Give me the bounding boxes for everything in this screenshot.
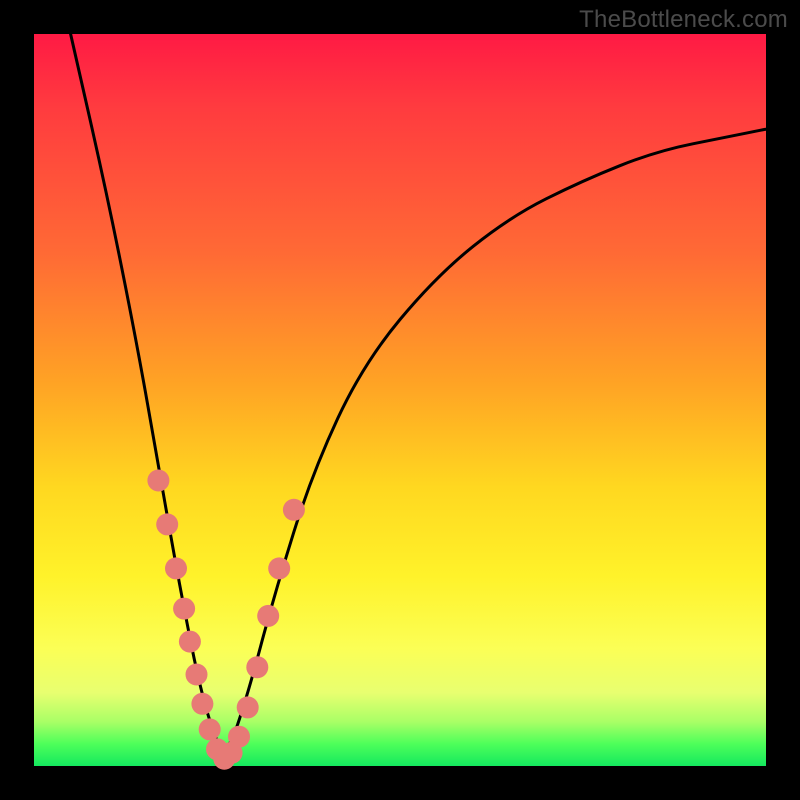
- sample-bead: [268, 557, 290, 579]
- sample-bead: [237, 696, 259, 718]
- sample-bead: [191, 693, 213, 715]
- sample-bead: [147, 470, 169, 492]
- sample-bead: [199, 718, 221, 740]
- chart-svg: [34, 34, 766, 766]
- sample-bead: [257, 605, 279, 627]
- sample-bead: [156, 513, 178, 535]
- sample-bead: [186, 664, 208, 686]
- sample-bead: [173, 598, 195, 620]
- sample-bead: [228, 726, 250, 748]
- sample-beads: [147, 470, 305, 770]
- watermark-text: TheBottleneck.com: [579, 6, 788, 34]
- sample-bead: [246, 656, 268, 678]
- chart-frame: TheBottleneck.com: [0, 0, 800, 800]
- bottleneck-curve: [71, 34, 766, 747]
- plot-area: [34, 34, 766, 766]
- sample-bead: [165, 557, 187, 579]
- sample-bead: [283, 499, 305, 521]
- sample-bead: [179, 631, 201, 653]
